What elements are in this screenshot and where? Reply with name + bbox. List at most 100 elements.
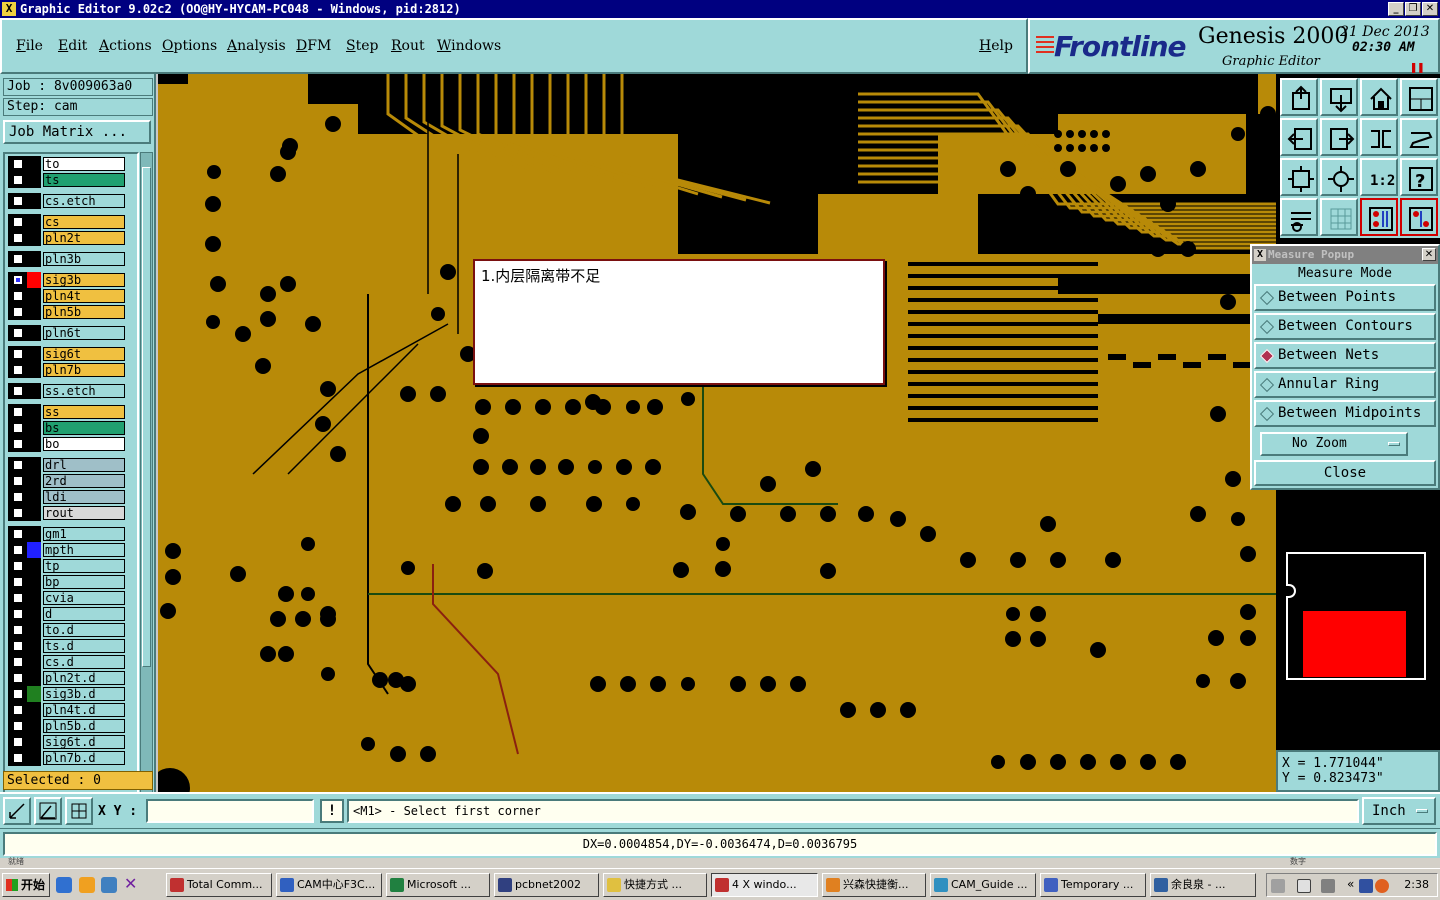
restore-button[interactable]: ❐ [1405, 2, 1421, 16]
layer-checkbox[interactable] [8, 734, 27, 750]
layer-checkbox[interactable] [8, 654, 27, 670]
settings-icon[interactable] [1280, 198, 1318, 236]
layer-row[interactable]: to.d [8, 622, 128, 638]
layer-checkbox[interactable] [8, 272, 27, 288]
zoom-fit-icon[interactable] [1280, 158, 1318, 196]
layer-row[interactable]: to [8, 156, 128, 172]
layer-row[interactable]: cs.d [8, 654, 128, 670]
annotation-note[interactable]: 1.内层隔离带不足 [473, 259, 885, 385]
layer-checkbox[interactable] [8, 590, 27, 606]
layer-row[interactable]: pln3b [8, 251, 128, 267]
layer-row[interactable]: pln4t [8, 288, 128, 304]
layer-row[interactable]: pln4t.d [8, 702, 128, 718]
layer-row[interactable]: tp [8, 558, 128, 574]
taskbar-item[interactable]: CAM_Guide ... [930, 873, 1036, 897]
job-matrix-button[interactable]: Job Matrix ... [3, 120, 151, 144]
scrollbar-thumb[interactable] [142, 167, 151, 667]
layer-row[interactable]: ss.etch [8, 383, 128, 399]
layer-checkbox[interactable] [8, 622, 27, 638]
layer-row[interactable]: d [8, 606, 128, 622]
taskbar-item[interactable]: 快捷方式 ... [603, 873, 707, 897]
taskbar-item[interactable]: 兴森快捷衡... [822, 873, 926, 897]
layer-name[interactable]: pln2t [43, 231, 125, 245]
layer-checkbox[interactable] [8, 574, 27, 590]
overview-map[interactable] [1286, 552, 1426, 680]
layer-checkbox[interactable] [8, 542, 27, 558]
layer-name[interactable]: bs [43, 421, 125, 435]
layer-name[interactable]: drl [43, 458, 125, 472]
layer-row[interactable]: ts.d [8, 638, 128, 654]
menu-dfm[interactable]: DFM [296, 38, 331, 54]
layer-checkbox[interactable] [8, 288, 27, 304]
layer-row[interactable]: bp [8, 574, 128, 590]
layer-checkbox[interactable] [8, 383, 27, 399]
layer-checkbox[interactable] [8, 193, 27, 209]
layer-checkbox[interactable] [8, 718, 27, 734]
help-tray-icon[interactable] [1297, 879, 1311, 893]
taskbar-item[interactable]: Temporary ... [1040, 873, 1146, 897]
taskbar-item[interactable]: Microsoft ... [386, 873, 490, 897]
pan-left-icon[interactable] [1280, 118, 1318, 156]
layer-checkbox[interactable] [8, 251, 27, 267]
tray-menu-icon[interactable] [1321, 879, 1335, 893]
layer-name[interactable]: sig3b.d [43, 687, 125, 701]
taskbar-item[interactable]: CAM中心F3C... [276, 873, 382, 897]
layer-red-icon[interactable] [1400, 198, 1438, 236]
layer-name[interactable]: sig6t [43, 347, 125, 361]
layer-row[interactable]: ts [8, 172, 128, 188]
layer-row[interactable]: bs [8, 420, 128, 436]
layer-row[interactable]: pln5b.d [8, 718, 128, 734]
layer-name[interactable]: pln6t [43, 326, 125, 340]
layer-row[interactable]: cvia [8, 590, 128, 606]
layer-row[interactable]: sig3b [8, 272, 128, 288]
layer-checkbox[interactable] [8, 172, 27, 188]
menu-file[interactable]: File [16, 38, 43, 54]
tray-expand-icon[interactable]: « [1347, 877, 1354, 891]
layer-name[interactable]: pln5b.d [43, 719, 125, 733]
x-window-icon[interactable]: ✕ [124, 876, 140, 893]
layer-checkbox[interactable] [8, 489, 27, 505]
measure-title-bar[interactable]: X Measure Popup ✕ [1252, 246, 1438, 264]
option-between-contours[interactable]: Between Contours [1254, 313, 1436, 340]
layer-checkbox[interactable] [8, 558, 27, 574]
taskbar-item[interactable]: Total Comm... [166, 873, 272, 897]
layer-row[interactable]: cs [8, 214, 128, 230]
layer-row[interactable]: sig6t.d [8, 734, 128, 750]
layer-name[interactable]: mpth [43, 543, 125, 557]
layer-name[interactable]: d [43, 607, 125, 621]
popup-close-icon[interactable]: ✕ [1422, 248, 1436, 261]
browser-icon[interactable] [101, 877, 117, 893]
layer-name[interactable]: bp [43, 575, 125, 589]
help-icon[interactable]: ? [1400, 158, 1438, 196]
menu-windows[interactable]: Windows [437, 38, 501, 54]
xy-input[interactable] [146, 799, 314, 823]
network-icon[interactable] [1359, 879, 1373, 893]
measure-angle-icon[interactable] [34, 797, 62, 825]
layer-name[interactable]: pln7b [43, 363, 125, 377]
pause-icon[interactable]: ❚❚ [1410, 60, 1424, 74]
house-icon[interactable] [1360, 78, 1398, 116]
layer-row[interactable]: pln5b [8, 304, 128, 320]
layer-name[interactable]: rout [43, 506, 125, 520]
layer-name[interactable]: ldi [43, 490, 125, 504]
layer-checkbox[interactable] [8, 214, 27, 230]
layer-row[interactable]: cs.etch [8, 193, 128, 209]
layer-checkbox[interactable] [8, 346, 27, 362]
taskbar-item[interactable]: 余良泉 - ... [1150, 873, 1256, 897]
layer-row[interactable]: sig6t [8, 346, 128, 362]
layer-name[interactable]: pln5b [43, 305, 125, 319]
menu-step[interactable]: Step [346, 38, 378, 54]
layer-row[interactable]: pln2t.d [8, 670, 128, 686]
option-between-nets[interactable]: Between Nets [1254, 342, 1436, 369]
ie-icon[interactable] [56, 877, 72, 893]
layer-checkbox[interactable] [8, 156, 27, 172]
option-between-midpoints[interactable]: Between Midpoints [1254, 400, 1436, 427]
layer-name[interactable]: pln4t.d [43, 703, 125, 717]
layer-checkbox[interactable] [8, 420, 27, 436]
menu-help[interactable]: Help [979, 38, 1013, 54]
keyboard-icon[interactable] [1271, 879, 1285, 893]
layer-row[interactable]: sig3b.d [8, 686, 128, 702]
layer-name[interactable]: cs [43, 215, 125, 229]
layer-checkbox[interactable] [8, 606, 27, 622]
warning-icon[interactable]: ! [320, 799, 344, 823]
